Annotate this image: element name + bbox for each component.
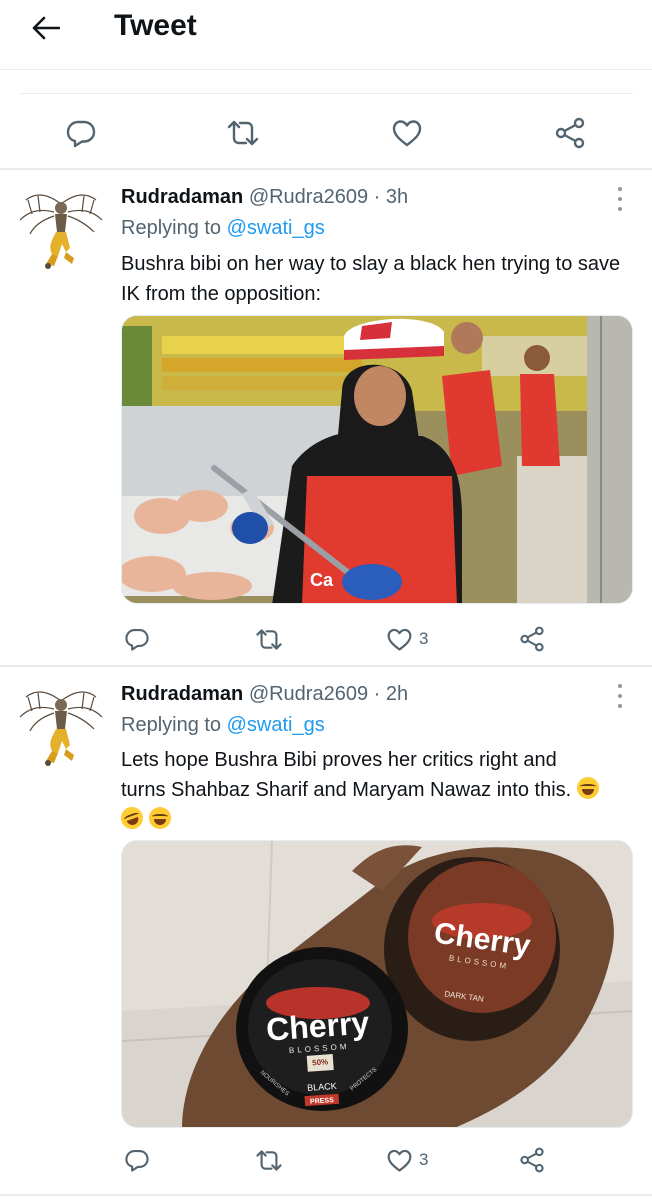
tweet-text-line-2-text: turns Shahbaz Sharif and Maryam Nawaz in… — [121, 779, 572, 801]
laughing-tears-emoji-icon — [149, 807, 171, 829]
replying-to-label: Replying to — [121, 217, 222, 239]
reply-button[interactable] — [124, 1143, 150, 1177]
more-dot — [618, 207, 622, 211]
rolling-laughing-emoji-icon — [117, 803, 147, 833]
replying-to-label: Replying to — [121, 714, 222, 736]
tweet-header: Rudradaman @Rudra2609 · 2h — [121, 683, 408, 706]
like-button[interactable]: 3 — [386, 1143, 428, 1177]
replying-to: Replying to @swati_gs — [121, 217, 325, 240]
brand-front-text: Cherry — [265, 1004, 371, 1047]
replying-to-handle[interactable]: @swati_gs — [227, 217, 325, 239]
retweet-button[interactable] — [255, 622, 283, 656]
share-button[interactable] — [519, 622, 545, 656]
like-icon — [387, 1149, 412, 1172]
photo-shoe-polish-tins: Cherry BLOSSOM DARK TAN Cherry BLOSSOM 5… — [122, 841, 632, 1127]
like-count: 3 — [419, 1150, 429, 1169]
author-name[interactable]: Rudradaman — [121, 683, 243, 705]
avatar[interactable] — [18, 683, 104, 773]
back-button[interactable] — [24, 8, 68, 48]
tweet-photo[interactable]: Ca — [121, 315, 633, 604]
reply-button[interactable] — [64, 116, 98, 150]
like-button[interactable] — [390, 116, 424, 150]
page-title: Tweet — [114, 9, 197, 42]
tweet-text-line-3 — [117, 803, 636, 835]
more-dots-icon — [618, 187, 622, 191]
share-button[interactable] — [553, 116, 587, 150]
badge-text: 50% — [312, 1057, 329, 1067]
app-header: Tweet — [0, 0, 652, 70]
like-count: 3 — [419, 629, 429, 648]
share-button[interactable] — [519, 1143, 545, 1177]
author-handle-time: @Rudra2609 · 2h — [248, 683, 409, 705]
tweet-actions: 3 — [121, 622, 633, 656]
more-dots-icon — [618, 684, 622, 688]
main-tweet-action-bar — [20, 93, 633, 170]
divider — [0, 1194, 652, 1196]
retweet-button[interactable] — [226, 116, 260, 150]
more-dot — [618, 704, 622, 708]
retweet-icon — [227, 120, 259, 146]
author-name[interactable]: Rudradaman — [121, 186, 243, 208]
author-handle-time: @Rudra2609 · 3h — [248, 186, 409, 208]
replying-to-handle[interactable]: @swati_gs — [227, 714, 325, 736]
tweet-actions: 3 — [121, 1143, 633, 1177]
share-icon — [555, 117, 585, 149]
like-icon — [387, 628, 412, 651]
laughing-tears-emoji-icon — [576, 777, 599, 799]
tweet-text: Lets hope Bushra Bibi proves her critics… — [117, 745, 636, 835]
like-icon — [392, 120, 422, 147]
retweet-button[interactable] — [255, 1143, 283, 1177]
reply-icon — [125, 1150, 149, 1172]
like-button[interactable]: 3 — [386, 622, 428, 656]
more-options-button[interactable] — [612, 187, 628, 211]
tweet-text-line-1: Lets hope Bushra Bibi proves her critics… — [121, 749, 557, 771]
more-options-button[interactable] — [612, 684, 628, 708]
reply-tweet-2[interactable]: Rudradaman @Rudra2609 · 2h Replying to @… — [0, 667, 652, 1200]
variant-front-text: BLACK — [307, 1081, 337, 1093]
tweet-text: Bushra bibi on her way to slay a black h… — [121, 253, 621, 305]
reply-button[interactable] — [124, 622, 150, 656]
retweet-icon — [256, 1149, 282, 1171]
reply-icon — [66, 120, 96, 148]
tweet-photo[interactable]: Cherry BLOSSOM DARK TAN Cherry BLOSSOM 5… — [121, 840, 633, 1128]
more-dot — [618, 694, 622, 698]
arrow-left-icon — [32, 16, 60, 40]
reply-tweet-1[interactable]: Rudradaman @Rudra2609 · 3h Replying to @… — [0, 170, 652, 666]
retweet-icon — [256, 628, 282, 650]
share-icon — [520, 626, 544, 652]
share-icon — [520, 1147, 544, 1173]
apron-logo-text: Ca — [310, 570, 334, 590]
more-dot — [618, 197, 622, 201]
reply-icon — [125, 629, 149, 651]
photo-butcher-woman: Ca — [122, 316, 632, 603]
avatar[interactable] — [18, 186, 104, 276]
replying-to: Replying to @swati_gs — [121, 714, 325, 737]
tweet-text-line-2: turns Shahbaz Sharif and Maryam Nawaz in… — [121, 775, 636, 805]
tweet-header: Rudradaman @Rudra2609 · 3h — [121, 186, 408, 209]
